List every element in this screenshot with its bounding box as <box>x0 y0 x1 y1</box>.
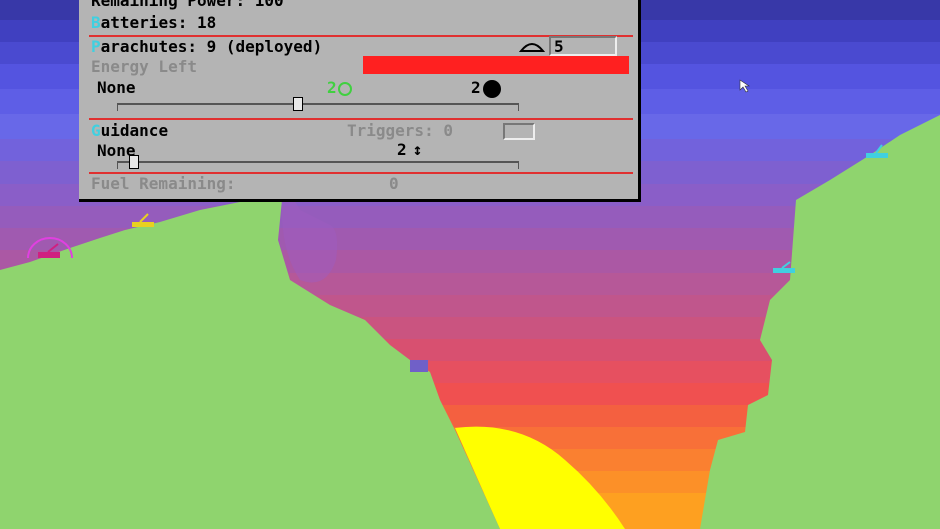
weapon-name: None <box>97 78 136 97</box>
weapon-count: 2 <box>471 78 501 98</box>
energy-label: Energy Left <box>91 57 197 76</box>
guidance-slider-thumb[interactable] <box>129 155 139 169</box>
weapon-count-green: 2 <box>327 78 352 98</box>
remaining-power-text: Remaining Power: 100 <box>91 0 284 10</box>
parachute-icon <box>519 43 545 52</box>
shell-count-icon <box>482 79 501 98</box>
weapon-count-green-value: 2 <box>327 78 337 97</box>
weapon-count-value: 2 <box>471 78 481 97</box>
batteries-label: atteries: 18 <box>100 13 217 32</box>
parachute-threshold-value: 5 <box>554 37 564 56</box>
guidance-slider[interactable] <box>117 155 519 169</box>
weapon-slider-thumb[interactable] <box>293 97 303 111</box>
fuel-value: 0 <box>389 174 399 193</box>
parachutes-item[interactable]: Parachutes: 9 (deployed) <box>91 37 322 57</box>
weapon-green-icon <box>337 81 352 96</box>
debris-marker <box>410 360 428 372</box>
guidance-count-value: 2 <box>397 140 407 159</box>
fuel-label: Fuel Remaining: <box>91 174 236 193</box>
triggers-label: Triggers: 0 <box>347 121 453 140</box>
parachutes-label: arachutes: 9 (deployed) <box>100 37 323 56</box>
separator <box>89 118 633 120</box>
energy-bar-fill <box>363 56 629 74</box>
batteries-hotkey: B <box>91 13 101 32</box>
energy-bar-track <box>363 56 629 74</box>
parachute-threshold-input[interactable]: 5 <box>549 36 617 56</box>
batteries-item[interactable]: Batteries: 18 <box>91 13 216 33</box>
parachutes-hotkey: P <box>91 37 101 56</box>
triggers-checkbox[interactable] <box>503 123 535 140</box>
tank-control-panel: Remaining Power: 100 Batteries: 18 Parac… <box>79 0 641 202</box>
guidance-count: 2 ↕ <box>397 140 422 160</box>
guidance-item[interactable]: Guidance <box>91 121 168 141</box>
guidance-hotkey: G <box>91 121 101 140</box>
weapon-slider[interactable] <box>117 97 519 111</box>
up-down-arrow-icon: ↕ <box>412 140 423 159</box>
guidance-label: uidance <box>100 121 169 140</box>
